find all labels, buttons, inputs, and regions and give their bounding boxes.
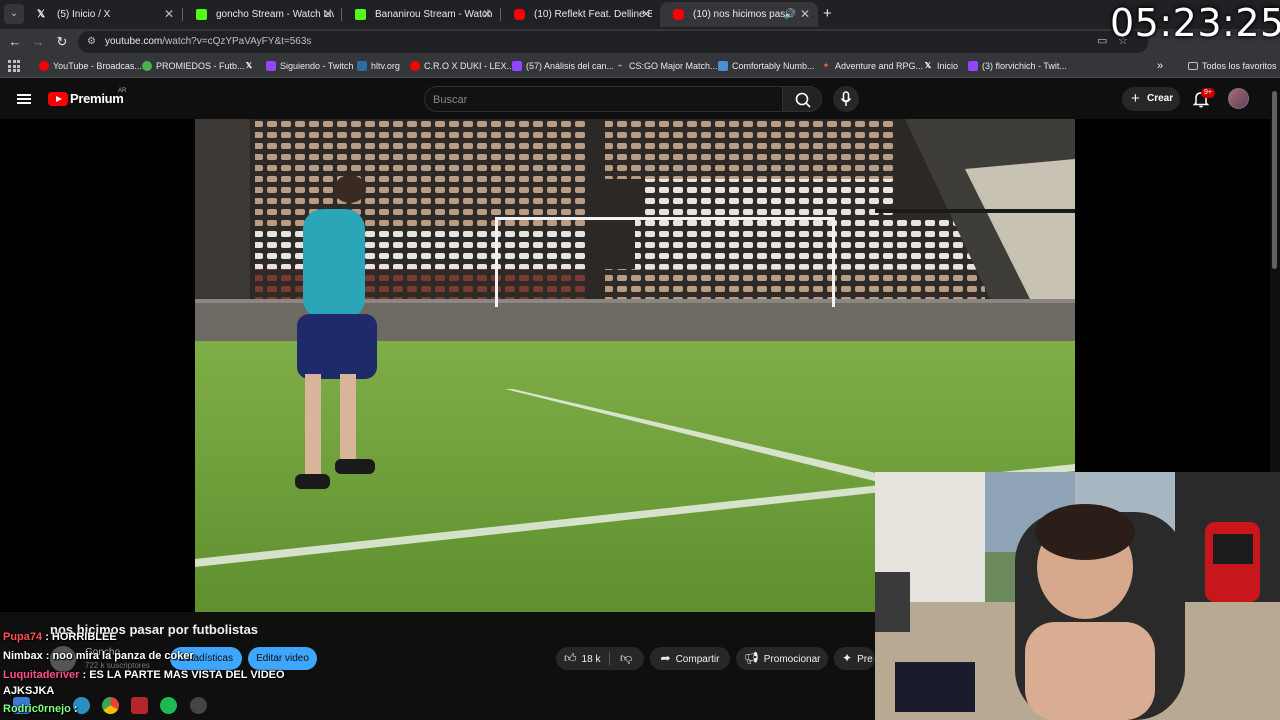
promiedos-icon [142,61,152,71]
bookmark-csgo-major[interactable]: ⌁ CS:GO Major Match... [615,55,718,78]
chat-message: Pupa74 : HORRIBLEE [3,631,117,643]
youtube-logo-icon[interactable] [48,92,68,106]
x-icon: 𝕏 [245,61,253,70]
url-path: /watch?v=cQzYPaVAyFY&t=563s [162,36,312,47]
bookmarks-bar: YouTube - Broadcas... PROMIEDOS - Futb..… [0,55,1280,78]
bookmark-hltv[interactable]: hltv.org [357,55,400,78]
twitch-icon [512,61,522,71]
like-count: 18 k [581,654,601,665]
region-code: AR [118,88,127,94]
close-tab-icon[interactable]: ✕ [800,2,810,27]
browser-tab-strip: ⌄ 𝕏 (5) Inicio / X ✕ goncho Stream - Wat… [0,0,1280,29]
twitch-icon [266,61,276,71]
edit-video-button[interactable]: Editar video [248,647,317,670]
share-button[interactable]: ➦ Compartir [650,647,730,670]
microphone-icon [840,91,852,106]
spotify-icon[interactable] [160,697,177,714]
x-icon: 𝕏 [37,9,46,20]
chat-message: AJKSJKA [3,685,55,697]
link-icon: ⌁ [617,61,623,70]
browser-toolbar: ← → ↻ ⚙ youtube.com/watch?v=cQzYPaVAyFY&… [0,29,1280,55]
app-icon[interactable] [190,697,207,714]
bookmark-x-inicio[interactable]: 𝕏 Inicio [923,55,958,78]
sparkle-icon: ✦ [842,651,853,665]
like-button[interactable]: 👍︎ [564,647,577,670]
search-icon [795,92,811,108]
kick-icon [196,9,207,20]
bookmark-florvichich[interactable]: (3) florvichich - Twit... [968,55,1067,78]
speaker-icon[interactable]: 🔊 [784,2,796,27]
bookmark-analisis[interactable]: (57) Análisis del can... [512,55,614,78]
tab-active-video[interactable]: (10) nos hicimos pasar por 🔊 ✕ [660,2,818,27]
bookmark-twitch-following[interactable]: Siguiendo - Twitch [266,55,353,78]
youtube-premium-brand[interactable]: Premium [70,91,124,106]
notification-count-badge: 9+ [1201,88,1215,98]
tab-goncho-stream[interactable]: goncho Stream - Watch Live on ✕ [183,2,341,27]
bookmark-comfortably-numb[interactable]: Comfortably Numb... [718,55,815,78]
close-tab-icon[interactable]: ✕ [164,2,174,27]
chat-message: Rodric0rnejo : [3,703,78,715]
netflix-icon[interactable] [131,697,148,714]
bookmark-cro-duki[interactable]: C.R.O X DUKI - LEX... [410,55,514,78]
hltv-icon [357,61,367,71]
youtube-icon [410,61,420,71]
create-button[interactable]: + Crear [1122,87,1180,111]
close-tab-icon[interactable]: ✕ [482,2,492,27]
streamer-webcam [875,472,1280,720]
twitch-icon [968,61,978,71]
chat-message: Luquitaderiver : ES LA PARTE MAS VISTA D… [3,669,285,681]
search-field[interactable] [424,86,782,112]
dislike-button[interactable]: 👎︎ [620,647,632,670]
search-button[interactable] [782,86,822,112]
apps-grid-icon[interactable] [8,60,20,72]
site-info-icon[interactable]: ⚙ [87,35,96,49]
like-dislike-group: 👍︎ 18 k 👎︎ [556,647,644,670]
scrollbar-thumb[interactable] [1272,91,1277,269]
chat-message: Nimbax : noo mira la panza de coker [3,650,194,662]
tab-search-button[interactable]: ⌄ [4,4,24,24]
stream-clock-overlay: 05:23:25 [1110,1,1280,45]
forward-arrow-icon[interactable]: → [29,33,47,51]
megaphone-icon: 📢︎ [743,651,759,665]
plus-icon: + [1131,90,1140,107]
address-bar[interactable]: ⚙ youtube.com/watch?v=cQzYPaVAyFY&t=563s [78,31,1148,53]
tab-bananirou-stream[interactable]: Bananirou Stream - Watch Live ✕ [342,2,500,27]
user-avatar[interactable] [1228,88,1249,109]
share-icon: ➦ [660,651,671,665]
tab-reflekt-video[interactable]: (10) Reflekt Feat. Delline Bass - ✕ [501,2,659,27]
reload-icon[interactable]: ↻ [53,33,71,51]
folder-icon [1188,62,1198,70]
promote-button[interactable]: 📢︎ Promocionar [736,647,828,670]
close-tab-icon[interactable]: ✕ [323,2,333,27]
bookmarks-folder[interactable]: Todos los favoritos [1188,55,1277,78]
youtube-icon [514,9,525,20]
search-input[interactable] [433,91,763,109]
kick-icon [355,9,366,20]
more-bookmarks-chevron-icon[interactable]: » [1157,55,1163,78]
premium-feature-button[interactable]: ✦ Pre [834,647,875,670]
url-host: youtube.com [105,36,163,47]
game-icon: ✦ [822,61,830,70]
back-arrow-icon[interactable]: ← [6,33,24,51]
webcam-feed [875,472,1280,720]
tab-x-inicio[interactable]: 𝕏 (5) Inicio / X ✕ [24,2,182,27]
new-tab-button[interactable]: + [823,5,832,23]
cast-icon[interactable]: ▭ [1097,34,1107,48]
bookmark-youtube-studio[interactable]: YouTube - Broadcas... [39,55,142,78]
voice-search-button[interactable] [833,86,859,112]
bookmark-adventure-rpg[interactable]: ✦ Adventure and RPG... [821,55,923,78]
bookmark-promiedos[interactable]: PROMIEDOS - Futb... [142,55,245,78]
menu-icon[interactable] [17,94,31,104]
youtube-icon [673,9,684,20]
youtube-masthead: Premium AR + Crear 9+ [0,79,1280,119]
chrome-icon[interactable] [102,697,119,714]
close-tab-icon[interactable]: ✕ [641,2,651,27]
page-icon [718,61,728,71]
x-icon: 𝕏 [924,61,932,70]
youtube-icon [39,61,49,71]
